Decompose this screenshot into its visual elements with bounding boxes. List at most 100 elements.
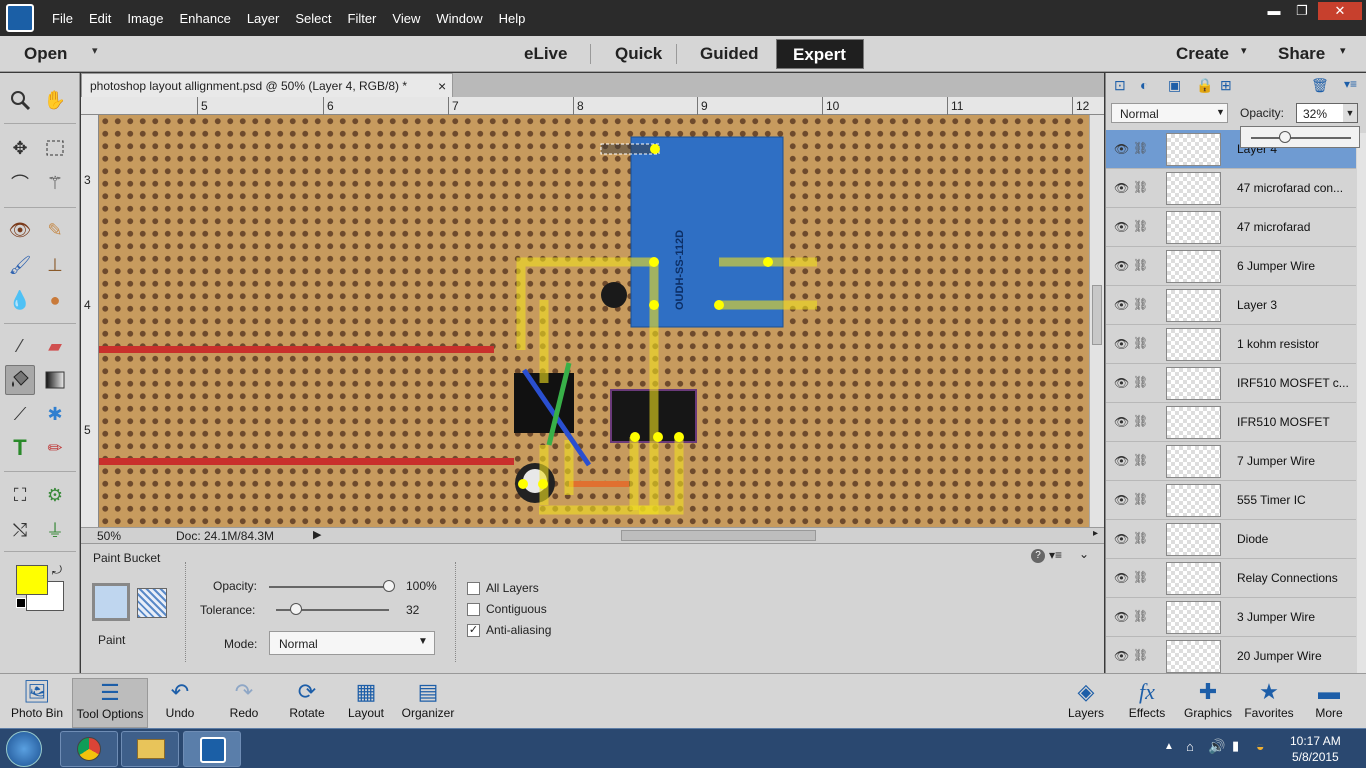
power-icon[interactable]: ⌂ xyxy=(1186,739,1194,754)
layer-row[interactable]: 👁 ⛓ IRF510 MOSFET c... xyxy=(1106,364,1356,403)
marquee-tool-icon[interactable] xyxy=(40,133,70,163)
visibility-eye-icon[interactable]: 👁 xyxy=(1114,571,1129,585)
organizer-button[interactable]: ▤ Organizer xyxy=(398,678,458,728)
show-hidden-icons-icon[interactable]: ▲ xyxy=(1164,741,1174,752)
collapse-options-icon[interactable]: ⌄ xyxy=(1079,547,1089,561)
link-icon[interactable]: ⛓ xyxy=(1133,219,1148,233)
help-icon[interactable]: ? xyxy=(1031,549,1045,563)
layer-row[interactable]: 👁 ⛓ 1 kohm resistor xyxy=(1106,325,1356,364)
layer-row[interactable]: 👁 ⛓ Diode xyxy=(1106,520,1356,559)
close-document-icon[interactable]: × xyxy=(438,74,446,98)
link-icon[interactable]: ⛓ xyxy=(1133,258,1148,272)
menu-enhance[interactable]: Enhance xyxy=(172,11,239,26)
share-dropdown-icon[interactable]: ▾ xyxy=(1340,44,1346,57)
menu-help[interactable]: Help xyxy=(491,11,534,26)
vertical-scrollbar[interactable] xyxy=(1089,115,1104,527)
link-icon[interactable]: ⛓ xyxy=(1133,531,1148,545)
lock-transparency-icon[interactable]: ⊞ xyxy=(1220,77,1232,94)
layer-row[interactable]: 👁 ⛓ 47 microfarad xyxy=(1106,208,1356,247)
rotate-button[interactable]: ⟳ Rotate xyxy=(282,678,332,728)
layer-opacity-field[interactable]: 32% ▼ xyxy=(1296,103,1358,123)
visibility-eye-icon[interactable]: 👁 xyxy=(1114,376,1129,390)
visibility-eye-icon[interactable]: 👁 xyxy=(1114,181,1129,195)
visibility-eye-icon[interactable]: 👁 xyxy=(1114,415,1129,429)
expert-tab[interactable]: Expert xyxy=(776,39,864,69)
photo-bin-button[interactable]: 🖼 Photo Bin xyxy=(6,678,68,728)
system-tray-icon[interactable]: ◒ xyxy=(1256,738,1264,754)
menu-view[interactable]: View xyxy=(384,11,428,26)
blend-mode-select[interactable]: Normal ▼ xyxy=(1111,103,1228,123)
type-tool-icon[interactable]: T xyxy=(5,433,35,463)
restore-button[interactable]: ❐ xyxy=(1290,2,1314,20)
hand-tool-icon[interactable]: ✋ xyxy=(40,85,70,115)
eraser-tool-icon[interactable]: ▰ xyxy=(40,331,70,361)
explorer-taskbar-icon[interactable] xyxy=(121,731,179,767)
link-icon[interactable]: ⛓ xyxy=(1133,609,1148,623)
content-aware-move-tool-icon[interactable]: ⤭ xyxy=(5,515,35,545)
lasso-tool-icon[interactable]: ⌒ xyxy=(5,168,35,198)
new-layer-icon[interactable]: ⊡ xyxy=(1114,77,1126,94)
visibility-eye-icon[interactable]: 👁 xyxy=(1114,493,1129,507)
pencil-tool-icon[interactable]: ✏ xyxy=(40,433,70,463)
layer-row[interactable]: 👁 ⛓ Relay Connections xyxy=(1106,559,1356,598)
link-icon[interactable]: ⛓ xyxy=(1133,570,1148,584)
blur-tool-icon[interactable]: 💧 xyxy=(5,285,35,315)
scroll-thumb[interactable] xyxy=(1092,285,1102,345)
mode-select[interactable]: Normal ▼ xyxy=(269,631,435,655)
menu-edit[interactable]: Edit xyxy=(81,11,119,26)
default-colors-icon[interactable] xyxy=(16,598,26,608)
layers-scrollbar[interactable] xyxy=(1357,133,1366,673)
create-button[interactable]: Create xyxy=(1160,39,1245,69)
swap-colors-icon[interactable]: ⤾ xyxy=(52,563,62,578)
lock-all-icon[interactable]: 🔒 xyxy=(1196,77,1213,94)
open-button[interactable]: Open xyxy=(8,39,83,69)
sponge-tool-icon[interactable]: ● xyxy=(40,285,70,315)
link-icon[interactable]: ⛓ xyxy=(1133,375,1148,389)
menu-layer[interactable]: Layer xyxy=(239,11,288,26)
link-icon[interactable]: ⛓ xyxy=(1133,648,1148,662)
redo-button[interactable]: ↷ Redo xyxy=(222,678,266,728)
start-button-icon[interactable] xyxy=(6,731,42,767)
create-dropdown-icon[interactable]: ▾ xyxy=(1241,44,1247,57)
layer-opacity-slider[interactable] xyxy=(1251,137,1351,139)
status-menu-icon[interactable]: ▶ xyxy=(313,528,321,541)
smart-brush-tool-icon[interactable]: 🖌 xyxy=(5,250,35,280)
opacity-slider[interactable] xyxy=(269,586,389,588)
menu-window[interactable]: Window xyxy=(428,11,490,26)
layer-row[interactable]: 👁 ⛓ 47 microfarad con... xyxy=(1106,169,1356,208)
layer-row[interactable]: 👁 ⛓ 20 Jumper Wire xyxy=(1106,637,1356,676)
layer-row[interactable]: 👁 ⛓ 555 Timer IC xyxy=(1106,481,1356,520)
visibility-eye-icon[interactable]: 👁 xyxy=(1114,649,1129,663)
visibility-eye-icon[interactable]: 👁 xyxy=(1114,532,1129,546)
clone-stamp-tool-icon[interactable]: ⊥ xyxy=(40,250,70,280)
visibility-eye-icon[interactable]: 👁 xyxy=(1114,610,1129,624)
visibility-eye-icon[interactable]: 👁 xyxy=(1114,220,1129,234)
clock-time[interactable]: 10:17 AM xyxy=(1290,734,1341,748)
image-canvas[interactable]: OUDH-SS-112D xyxy=(99,115,1089,527)
zoom-tool-icon[interactable] xyxy=(5,85,35,115)
magic-wand-tool-icon[interactable]: ⚚ xyxy=(40,168,70,198)
menu-select[interactable]: Select xyxy=(287,11,339,26)
tolerance-slider-knob[interactable] xyxy=(289,603,302,615)
adjustment-layer-icon[interactable]: ◐ xyxy=(1140,77,1148,93)
eyedropper-tool-icon[interactable]: ⟋ xyxy=(5,399,35,429)
opacity-value[interactable]: 100% xyxy=(406,579,437,593)
red-eye-tool-icon[interactable]: 👁 xyxy=(5,215,35,245)
brush-tool-icon[interactable]: ⁄ xyxy=(5,331,35,361)
layout-button[interactable]: ▦ Layout xyxy=(342,678,390,728)
zoom-level[interactable]: 50% xyxy=(97,529,121,543)
panel-menu-icon[interactable]: ▾≡ xyxy=(1344,77,1357,91)
visibility-eye-icon[interactable]: 👁 xyxy=(1114,259,1129,273)
layer-row[interactable]: 👁 ⛓ 3 Jumper Wire xyxy=(1106,598,1356,637)
paint-bucket-tool-icon[interactable] xyxy=(5,365,35,395)
chrome-taskbar-icon[interactable] xyxy=(60,731,118,767)
favorites-button[interactable]: ★ Favorites xyxy=(1242,678,1296,728)
layer-mask-icon[interactable]: ▣ xyxy=(1168,77,1181,94)
spot-healing-tool-icon[interactable]: ✎ xyxy=(40,215,70,245)
undo-button[interactable]: ↶ Undo xyxy=(158,678,202,728)
visibility-eye-icon[interactable]: 👁 xyxy=(1114,298,1129,312)
document-tab[interactable]: photoshop layout allignment.psd @ 50% (L… xyxy=(81,73,453,97)
paint-fill-mode-button[interactable] xyxy=(92,583,130,621)
layer-row[interactable]: 👁 ⛓ 7 Jumper Wire xyxy=(1106,442,1356,481)
layer-row[interactable]: 👁 ⛓ 6 Jumper Wire xyxy=(1106,247,1356,286)
